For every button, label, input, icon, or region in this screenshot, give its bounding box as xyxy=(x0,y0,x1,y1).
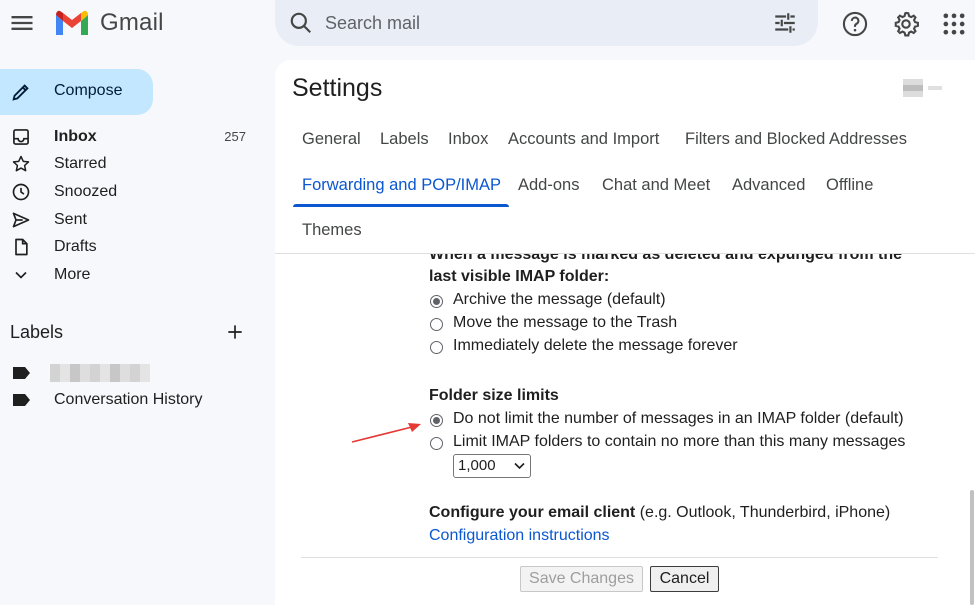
gmail-logo-icon xyxy=(56,10,88,35)
star-icon xyxy=(12,156,30,172)
inbox-unread-count: 257 xyxy=(224,129,246,145)
tab-themes[interactable]: Themes xyxy=(302,221,362,240)
sidebar-item-label: Sent xyxy=(54,210,87,228)
labels-heading: Labels xyxy=(10,322,64,342)
label-name: Conversation History xyxy=(54,391,203,408)
radio-move-to-trash[interactable] xyxy=(430,318,443,331)
radio-label: Do not limit the number of messages in a… xyxy=(453,410,904,427)
scrollbar[interactable] xyxy=(970,490,974,605)
radio-label: Limit IMAP folders to contain no more th… xyxy=(453,433,906,450)
sidebar-item-snoozed[interactable]: Snoozed xyxy=(0,178,260,206)
tab-advanced[interactable]: Advanced xyxy=(732,176,805,195)
radio-no-folder-limit[interactable] xyxy=(430,414,443,427)
sidebar-nav: Inbox 257 Starred Snoozed Sent Drafts Mo… xyxy=(0,123,260,289)
inbox-icon xyxy=(13,128,29,145)
settings-panel: Settings General Labels Inbox Accounts a… xyxy=(275,60,975,605)
configure-client-text: Configure your email client (e.g. Outloo… xyxy=(429,504,890,522)
sidebar-item-drafts[interactable]: Drafts xyxy=(0,233,260,261)
main-menu-icon[interactable] xyxy=(8,9,36,37)
sidebar-item-sent[interactable]: Sent xyxy=(0,206,260,234)
tab-labels[interactable]: Labels xyxy=(380,130,429,149)
tab-filters-and-blocked-addresses[interactable]: Filters and Blocked Addresses xyxy=(685,130,907,149)
expunge-heading: When a message is marked as deleted and … xyxy=(429,254,903,263)
tab-accounts-and-import[interactable]: Accounts and Import xyxy=(508,130,659,149)
sidebar-item-inbox[interactable]: Inbox 257 xyxy=(0,123,260,151)
compose-button[interactable]: Compose xyxy=(0,69,153,115)
search-input[interactable] xyxy=(325,8,725,38)
help-icon[interactable] xyxy=(841,10,869,38)
top-bar: Gmail xyxy=(0,0,975,46)
app-name: Gmail xyxy=(100,9,164,36)
radio-label: Archive the message (default) xyxy=(453,291,666,308)
annotation-arrow-icon xyxy=(351,423,421,443)
radio-archive-message[interactable] xyxy=(430,295,443,308)
label-tag-icon xyxy=(13,367,30,379)
sidebar-item-label: Snoozed xyxy=(54,182,118,200)
radio-limit-folder-size[interactable] xyxy=(430,437,443,450)
divider xyxy=(301,557,938,558)
tab-add-ons[interactable]: Add-ons xyxy=(518,176,579,195)
radio-label: Move the message to the Trash xyxy=(453,314,678,331)
input-tools-icon[interactable] xyxy=(903,79,943,97)
folder-size-heading: Folder size limits xyxy=(429,387,559,404)
radio-label: Immediately delete the message forever xyxy=(453,337,738,354)
pencil-icon xyxy=(12,84,29,101)
configure-client-note: (e.g. Outlook, Thunderbird, iPhone) xyxy=(635,504,891,521)
sidebar-item-more[interactable]: More xyxy=(0,261,260,289)
label-tag-icon xyxy=(13,394,30,406)
plus-icon[interactable] xyxy=(225,322,245,342)
label-item-conversation-history[interactable]: Conversation History xyxy=(0,389,260,411)
chevron-down-icon xyxy=(514,462,525,470)
expunge-heading-cont: last visible IMAP folder: xyxy=(429,268,610,285)
save-changes-button[interactable]: Save Changes xyxy=(520,566,643,592)
radio-delete-forever[interactable] xyxy=(430,341,443,354)
configuration-instructions-link[interactable]: Configuration instructions xyxy=(429,527,610,545)
settings-gear-icon[interactable] xyxy=(892,10,920,38)
sidebar-item-label: Starred xyxy=(54,155,107,173)
configure-client-heading: Configure your email client xyxy=(429,504,636,521)
compose-label: Compose xyxy=(54,82,123,99)
label-item-redacted[interactable] xyxy=(0,362,260,384)
settings-tabs: General Labels Inbox Accounts and Import… xyxy=(275,118,975,254)
sidebar-item-starred[interactable]: Starred xyxy=(0,151,260,179)
page-title: Settings xyxy=(292,74,383,102)
tab-inbox[interactable]: Inbox xyxy=(448,130,488,149)
search-bar[interactable] xyxy=(275,0,818,46)
cancel-button[interactable]: Cancel xyxy=(650,566,719,592)
sidebar-item-label: More xyxy=(54,265,91,283)
search-options-icon[interactable] xyxy=(772,10,798,36)
clock-icon xyxy=(12,183,30,201)
tab-offline[interactable]: Offline xyxy=(826,176,873,195)
folder-limit-value: 1,000 xyxy=(458,457,496,474)
tab-forwarding-and-pop-imap[interactable]: Forwarding and POP/IMAP xyxy=(302,176,501,195)
sidebar-item-label: Drafts xyxy=(54,238,97,256)
draft-document-icon xyxy=(15,238,28,256)
gmail-logo[interactable]: Gmail xyxy=(54,9,164,37)
tab-chat-and-meet[interactable]: Chat and Meet xyxy=(602,176,710,195)
apps-grid-icon[interactable] xyxy=(940,10,968,38)
redacted-label-name xyxy=(50,364,150,382)
tab-general[interactable]: General xyxy=(302,130,361,149)
chevron-down-icon xyxy=(15,271,27,279)
sidebar-item-label: Inbox xyxy=(54,127,97,145)
search-icon[interactable] xyxy=(288,10,314,36)
folder-limit-select[interactable]: 1,000 xyxy=(453,454,531,478)
send-icon xyxy=(12,212,30,228)
active-tab-indicator xyxy=(293,204,509,207)
